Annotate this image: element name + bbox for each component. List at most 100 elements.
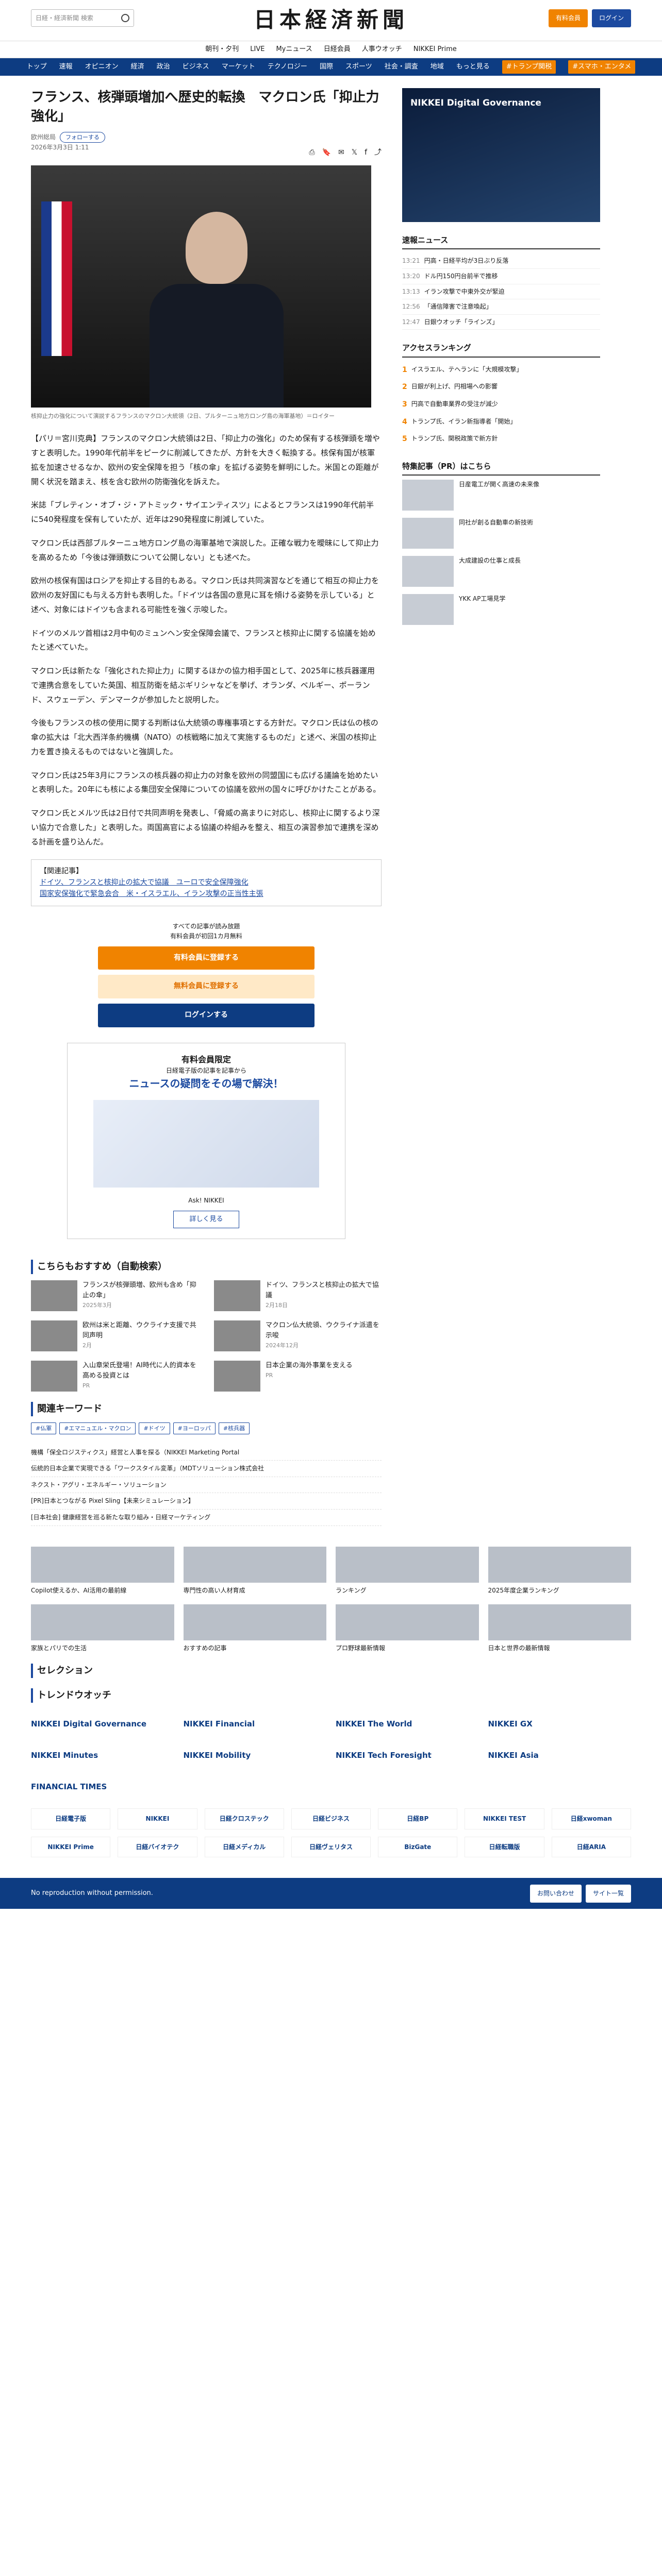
service-logo[interactable]: NIKKEI TEST xyxy=(465,1808,544,1829)
site-list-button[interactable]: サイト一覧 xyxy=(585,1885,631,1903)
mainnav-item[interactable]: 地域 xyxy=(431,62,444,72)
brand-logo[interactable]: NIKKEI Mobility xyxy=(184,1744,327,1767)
facebook-icon[interactable]: f xyxy=(365,147,367,159)
ad-link[interactable]: [PR]日本とつながる Pixel Sling【未来シミュレーション】 xyxy=(31,1493,382,1510)
print-icon[interactable]: ⎙ xyxy=(309,147,315,159)
mainnav-item[interactable]: オピニオン xyxy=(85,62,119,72)
ranking-item[interactable]: 2 日銀が利上げ、円相場への影響 xyxy=(402,379,600,396)
recommend-item[interactable]: 欧州は米と距離、ウクライナ支援で共同声明 2月 xyxy=(31,1320,198,1351)
mail-icon[interactable]: ✉ xyxy=(338,147,344,159)
service-logo[interactable]: 日経バイオテク xyxy=(118,1836,197,1858)
lower-card[interactable]: Copilot使えるか、AI活用の最前線 xyxy=(31,1546,174,1596)
pr-item[interactable]: YKK AP工場見学 xyxy=(402,594,600,625)
keyword-tag[interactable]: #仏軍 xyxy=(31,1422,57,1434)
service-logo[interactable]: 日経クロステック xyxy=(204,1808,284,1829)
mainnav-item[interactable]: スポーツ xyxy=(345,62,372,72)
login-cta-button[interactable]: ログインする xyxy=(98,1003,315,1027)
mainnav-item[interactable]: ビジネス xyxy=(183,62,209,72)
subnav-item[interactable]: Myニュース xyxy=(276,44,312,55)
mainnav-item[interactable]: 経済 xyxy=(131,62,144,72)
service-logo[interactable]: 日経xwoman xyxy=(551,1808,631,1829)
recommend-item[interactable]: マクロン仏大統領、ウクライナ派遣を示唆 2024年12月 xyxy=(214,1320,382,1351)
brand-logo[interactable]: NIKKEI Financial xyxy=(184,1713,327,1735)
x-share-icon[interactable]: 𝕏 xyxy=(352,147,357,159)
brand-logo[interactable]: NIKKEI GX xyxy=(488,1713,632,1735)
promo-more-button[interactable]: 詳しく見る xyxy=(173,1210,239,1228)
ranking-item[interactable]: 5 トランプ氏、関税政策で新方針 xyxy=(402,431,600,448)
register-free-button[interactable]: 無料会員に登録する xyxy=(98,975,315,998)
subnav-item[interactable]: 日経会員 xyxy=(324,44,351,55)
login-button[interactable]: ログイン xyxy=(591,9,631,27)
news-item[interactable]: 13:13 イラン攻撃で中東外交が緊迫 xyxy=(402,284,600,300)
search-input[interactable]: 日経・経済新聞 検索 xyxy=(31,9,134,27)
brand-logo[interactable]: NIKKEI Asia xyxy=(488,1744,632,1767)
site-logo[interactable]: 日本経済新聞 xyxy=(254,3,408,37)
service-logo[interactable]: 日経電子版 xyxy=(31,1808,111,1829)
service-logo[interactable]: 日経ビジネス xyxy=(291,1808,371,1829)
mainnav-item[interactable]: 政治 xyxy=(157,62,170,72)
bookmark-icon[interactable]: 🔖 xyxy=(322,147,331,159)
lower-card[interactable]: 家族とパリでの生活 xyxy=(31,1604,174,1653)
mainnav-item[interactable]: 速報 xyxy=(59,62,73,72)
related-link[interactable]: ドイツ、フランスと核抑止の拡大で協議 ユーロで安全保障強化 xyxy=(40,877,373,889)
recommend-item[interactable]: 入山章栄氏登場！AI時代に人的資本を高める投資とは PR xyxy=(31,1360,198,1392)
mainnav-item[interactable]: もっと見る xyxy=(456,62,490,72)
follow-button[interactable]: フォローする xyxy=(60,131,106,143)
subscribe-button[interactable]: 有料会員 xyxy=(548,9,588,27)
keyword-tag[interactable]: #エマニュエル・マクロン xyxy=(59,1422,136,1434)
news-item[interactable]: 13:20 ドル円150円台前半で推移 xyxy=(402,269,600,284)
lower-card[interactable]: おすすめの記事 xyxy=(183,1604,326,1653)
service-logo[interactable]: 日経転職版 xyxy=(465,1836,544,1858)
lower-card[interactable]: 2025年度企業ランキング xyxy=(488,1546,631,1596)
ad-link[interactable]: ネクスト・アグリ・エネルギー・ソリューション xyxy=(31,1477,382,1494)
lower-card[interactable]: 日本と世界の最新情報 xyxy=(488,1604,631,1653)
subnav-item[interactable]: 朝刊・夕刊 xyxy=(205,44,239,55)
service-logo[interactable]: 日経ARIA xyxy=(551,1836,631,1858)
news-item[interactable]: 12:47 日銀ウオッチ「ラインズ」 xyxy=(402,315,600,330)
ranking-item[interactable]: 4 トランプ氏、イラン新指導者「開始」 xyxy=(402,414,600,431)
service-logo[interactable]: BizGate xyxy=(378,1836,458,1858)
ranking-item[interactable]: 1 イスラエル、テヘランに「大規模攻撃」 xyxy=(402,362,600,379)
subnav-item[interactable]: LIVE xyxy=(250,44,264,55)
brand-logo[interactable]: NIKKEI Digital Governance xyxy=(31,1713,174,1735)
service-logo[interactable]: 日経メディカル xyxy=(204,1836,284,1858)
related-link[interactable]: 国家安保強化で緊急会合 米・イスラエル、イラン攻撃の正当性主張 xyxy=(40,889,373,900)
mainnav-item[interactable]: マーケット xyxy=(222,62,255,72)
register-paid-button[interactable]: 有料会員に登録する xyxy=(98,946,315,970)
recommend-item[interactable]: フランスが核弾頭増、欧州も含め「抑止の傘」 2025年3月 xyxy=(31,1280,198,1311)
mainnav-pill[interactable]: #スマホ・エンタメ xyxy=(568,60,636,74)
pr-item[interactable]: 日産電工が開く高速の未来像 xyxy=(402,480,600,511)
ad-link[interactable]: 伝統的日本企業で実現できる「ワークスタイル変革」（MDTソリューション株式会社 xyxy=(31,1461,382,1477)
service-logo[interactable]: NIKKEI Prime xyxy=(31,1836,111,1858)
service-logo[interactable]: 日経ヴェリタス xyxy=(291,1836,371,1858)
brand-logo[interactable]: NIKKEI The World xyxy=(336,1713,479,1735)
recommend-item[interactable]: 日本企業の海外事業を支える PR xyxy=(214,1360,382,1392)
brand-logo[interactable]: NIKKEI Tech Foresight xyxy=(336,1744,479,1767)
lower-card[interactable]: ランキング xyxy=(336,1546,479,1596)
mainnav-item[interactable]: 国際 xyxy=(320,62,333,72)
keyword-tag[interactable]: #核兵器 xyxy=(218,1422,250,1434)
service-logo[interactable]: NIKKEI xyxy=(118,1808,197,1829)
ranking-item[interactable]: 3 円高で自動車業界の受注が減少 xyxy=(402,396,600,414)
ad-link[interactable]: [日本社会] 健康経営を巡る新たな取り組み・日経マーケティング xyxy=(31,1510,382,1526)
service-logo[interactable]: 日経BP xyxy=(378,1808,458,1829)
mainnav-item[interactable]: 社会・調査 xyxy=(385,62,418,72)
pr-item[interactable]: 同社が創る自動車の新技術 xyxy=(402,518,600,549)
author[interactable]: 欧州総局 xyxy=(31,133,56,141)
pr-item[interactable]: 大成建設の仕事と成長 xyxy=(402,556,600,587)
help-button[interactable]: お問い合わせ xyxy=(529,1885,582,1903)
brand-logo[interactable]: NIKKEI Minutes xyxy=(31,1744,174,1767)
mainnav-item[interactable]: トップ xyxy=(27,62,47,72)
subnav-item[interactable]: NIKKEI Prime xyxy=(413,44,457,55)
mainnav-pill[interactable]: #トランプ関税 xyxy=(502,60,556,74)
news-item[interactable]: 13:21 円高・日経平均が3日ぶり反落 xyxy=(402,253,600,269)
share-icon[interactable]: ⤴ xyxy=(374,147,382,159)
recommend-item[interactable]: ドイツ、フランスと核抑止の拡大で協議 2月18日 xyxy=(214,1280,382,1311)
lower-card[interactable]: プロ野球最新情報 xyxy=(336,1604,479,1653)
news-item[interactable]: 12:56 「通信障害で注意喚起」 xyxy=(402,299,600,315)
keyword-tag[interactable]: #ヨーロッパ xyxy=(173,1422,216,1434)
brand-logo[interactable]: FINANCIAL TIMES xyxy=(31,1776,174,1798)
subnav-item[interactable]: 人事ウオッチ xyxy=(362,44,402,55)
keyword-tag[interactable]: #ドイツ xyxy=(139,1422,170,1434)
lower-card[interactable]: 専門性の高い人材育成 xyxy=(183,1546,326,1596)
